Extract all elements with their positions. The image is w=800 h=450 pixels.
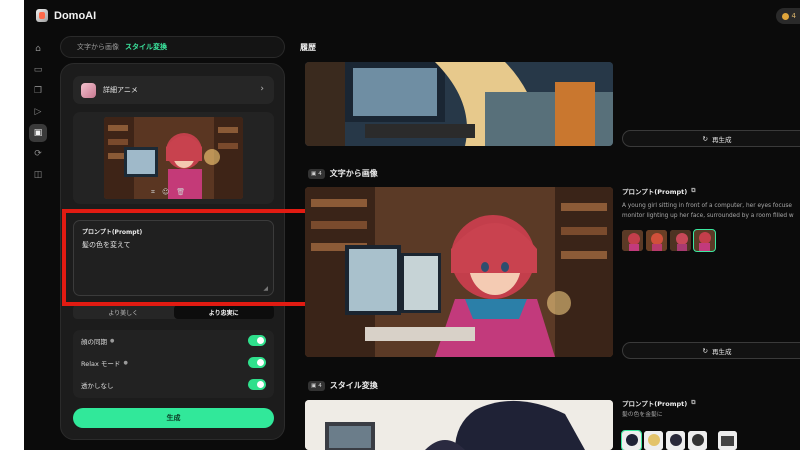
prompt-title: プロンプト(Prompt) xyxy=(622,188,688,196)
style-thumbnail xyxy=(81,82,96,98)
fidelity-toggle: より美しく より忠実に xyxy=(73,305,274,319)
variant-thumbnail[interactable] xyxy=(622,230,643,251)
no-watermark-label: 透かしなし xyxy=(81,382,114,390)
history-image[interactable] xyxy=(305,187,613,357)
brand[interactable]: DomoAI xyxy=(36,9,96,22)
history-image[interactable] xyxy=(305,400,613,450)
copy-icon[interactable]: ⧉ xyxy=(691,187,695,195)
toggle-row-relax-mode: Relax モード ● xyxy=(73,352,274,374)
copy-icon[interactable]: ⧉ xyxy=(691,399,695,407)
history-image[interactable] xyxy=(305,62,613,146)
image-count: 4 xyxy=(318,382,322,389)
prompt-description: A young girl sitting in front of a compu… xyxy=(622,201,800,221)
app-name: DomoAI xyxy=(54,9,97,22)
history-section-header: ▣ 4 スタイル変換 xyxy=(308,380,378,391)
relax-mode-label: Relax モード xyxy=(81,360,121,368)
home-icon[interactable]: ⌂ xyxy=(29,40,47,58)
image-icon: ▣ xyxy=(311,382,317,389)
image-count-badge: ▣ 4 xyxy=(308,380,325,391)
prompt-line: A young girl sitting in front of a compu… xyxy=(622,203,792,209)
relax-mode-switch[interactable] xyxy=(248,357,266,368)
prompt-heading: プロンプト(Prompt) ⧉ xyxy=(622,398,696,408)
prompt-description: 髪の色を金髪に xyxy=(622,410,800,420)
coin-icon xyxy=(781,12,789,20)
upload-area[interactable]: ⌗ ☺ 🗑 xyxy=(73,112,274,204)
image-icon[interactable]: ▣ xyxy=(29,124,47,142)
regenerate-button[interactable]: ↻ 再生成 xyxy=(622,130,800,147)
video-icon[interactable]: ▷ xyxy=(29,103,47,121)
image-count: 4 xyxy=(318,170,322,177)
annotation-highlight-box xyxy=(62,209,310,306)
regenerate-label: 再生成 xyxy=(711,135,732,144)
no-watermark-switch[interactable] xyxy=(248,379,266,390)
generate-button[interactable]: 生成 xyxy=(73,408,274,428)
credits-count: 4 xyxy=(791,12,796,20)
option-more-beautiful[interactable]: より美しく xyxy=(73,305,174,319)
variant-thumbnail[interactable] xyxy=(644,431,663,450)
face-icon[interactable]: ☺ xyxy=(162,188,169,197)
variant-thumbnail-selected[interactable] xyxy=(693,229,716,252)
section-title: スタイル変換 xyxy=(329,381,378,390)
history-title: 履歴 xyxy=(300,43,316,52)
variant-thumbnail[interactable] xyxy=(646,230,667,251)
face-sync-switch[interactable] xyxy=(248,335,266,346)
variant-thumbnail[interactable] xyxy=(688,431,707,450)
trash-icon[interactable]: 🗑 xyxy=(176,188,185,197)
style-selector[interactable]: 詳細アニメ › xyxy=(73,76,274,104)
history-section-header: ▣ 4 文字から画像 xyxy=(308,168,378,179)
refresh-icon: ↻ xyxy=(702,346,708,355)
mode-tabs: 文字から画像 スタイル変換 xyxy=(60,36,285,58)
app-window: DomoAI 4 ⌂ ▭ ❐ ▷ ▣ ⟳ ◫ 文字から画像 スタイル変換 詳細ア… xyxy=(24,0,800,450)
prompt-line: monitor lighting up her face, surrounded… xyxy=(622,213,794,219)
variant-thumbnails xyxy=(621,430,737,450)
variant-thumbnail[interactable] xyxy=(670,230,691,251)
image-icon: ▣ xyxy=(311,170,317,177)
chevron-right-icon: › xyxy=(260,84,264,94)
prompt-heading: プロンプト(Prompt) ⧉ xyxy=(622,186,696,196)
tab-text-to-image[interactable]: 文字から画像 xyxy=(77,42,119,52)
variant-thumbnails xyxy=(622,229,716,252)
info-icon[interactable]: ● xyxy=(123,360,127,366)
image-count-badge: ▣ 4 xyxy=(308,168,325,179)
layers-icon[interactable]: ◫ xyxy=(29,166,47,184)
image-stack-icon[interactable]: ▭ xyxy=(29,61,47,79)
uploaded-image xyxy=(104,117,243,199)
tab-style-transfer[interactable]: スタイル変換 xyxy=(125,42,167,52)
prompt-title: プロンプト(Prompt) xyxy=(622,400,688,408)
variant-thumbnail[interactable] xyxy=(718,431,737,450)
style-name: 詳細アニメ xyxy=(103,86,138,94)
regenerate-button[interactable]: ↻ 再生成 xyxy=(622,342,800,359)
settings-toggles: 顔の同期 ● Relax モード ● 透かしなし xyxy=(73,330,274,398)
crop-icon[interactable]: ⌗ xyxy=(151,188,155,197)
option-more-faithful[interactable]: より忠実に xyxy=(173,305,274,319)
toggle-row-face-sync: 顔の同期 ● xyxy=(73,330,274,352)
variant-thumbnail[interactable] xyxy=(666,431,685,450)
sidebar-rail: ⌂ ▭ ❐ ▷ ▣ ⟳ ◫ xyxy=(24,40,52,187)
copy-icon[interactable]: ❐ xyxy=(29,82,47,100)
face-sync-label: 顔の同期 xyxy=(81,338,107,346)
info-icon[interactable]: ● xyxy=(110,338,114,344)
section-title: 文字から画像 xyxy=(329,169,378,178)
top-bar: DomoAI 4 xyxy=(24,0,800,32)
refresh-icon: ↻ xyxy=(702,134,708,143)
image-tools: ⌗ ☺ 🗑 xyxy=(151,188,185,197)
credits-badge[interactable]: 4 xyxy=(775,8,800,24)
sync-icon[interactable]: ⟳ xyxy=(29,145,47,163)
domoai-logo-icon xyxy=(36,9,48,22)
prompt-line: 髪の色を金髪に xyxy=(622,412,663,418)
regenerate-label: 再生成 xyxy=(711,347,732,356)
toggle-row-no-watermark: 透かしなし xyxy=(73,374,274,396)
variant-thumbnail-selected[interactable] xyxy=(621,430,642,450)
